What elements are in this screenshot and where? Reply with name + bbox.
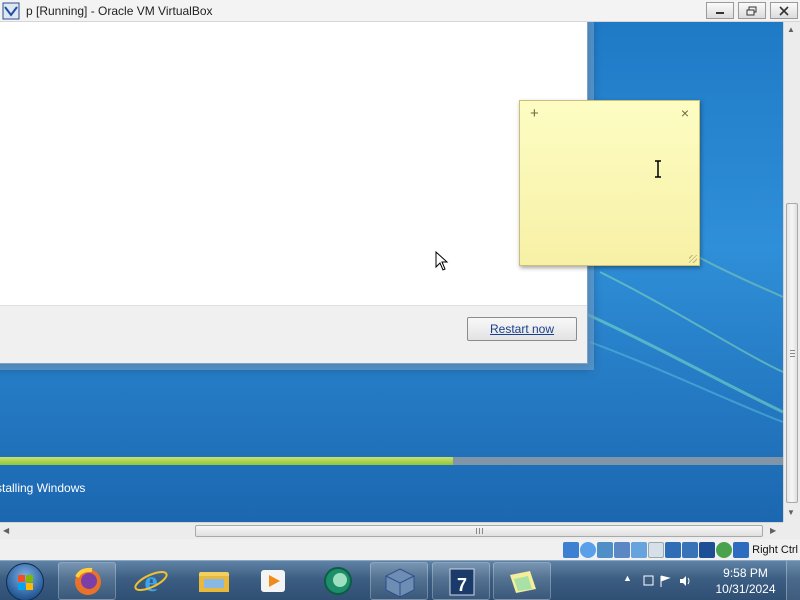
restore-button[interactable] [738, 2, 766, 19]
taskbar-firefox[interactable] [58, 562, 116, 600]
window-title: p [Running] - Oracle VM VirtualBox [26, 3, 213, 18]
scroll-left-icon[interactable]: ◀ [3, 526, 9, 535]
sticky-note[interactable]: + × [519, 100, 700, 266]
setup-content-area [0, 22, 587, 305]
taskbar-windows7-setup[interactable]: 7 [432, 562, 490, 600]
firefox-icon [75, 567, 101, 595]
windows-explorer-icon [199, 572, 229, 592]
add-note-icon[interactable]: + [530, 105, 539, 122]
close-button[interactable] [770, 2, 798, 19]
restart-now-button[interactable]: Restart now [467, 317, 577, 341]
browser-green-icon [324, 567, 352, 595]
sticky-note-text[interactable] [530, 127, 689, 253]
windows-setup-dialog: Restart now [0, 22, 588, 364]
shared-folders-icon[interactable] [648, 541, 665, 558]
show-desktop-button[interactable] [786, 561, 800, 600]
taskbar: e 7 ▲ 9:58 PM 10/31/2024 [0, 560, 800, 600]
scroll-grip-icon [790, 349, 795, 357]
audio-icon[interactable] [597, 541, 614, 558]
start-button[interactable] [6, 563, 44, 600]
sticky-notes-icon [510, 571, 536, 593]
scroll-up-icon[interactable]: ▲ [787, 25, 795, 34]
horizontal-scroll-thumb[interactable] [195, 525, 763, 537]
system-tray: ▲ 9:58 PM 10/31/2024 [615, 561, 800, 600]
vertical-scrollbar[interactable]: ▲ ▼ [783, 22, 800, 522]
scroll-right-icon[interactable]: ▶ [770, 526, 776, 535]
mouse-pointer-icon [435, 251, 449, 271]
scrollbar-corner [783, 522, 800, 539]
internet-explorer-icon: e [134, 565, 168, 598]
vertical-scroll-thumb[interactable] [786, 203, 798, 503]
guest-display[interactable]: Restart now + × stalling Windows [0, 22, 783, 522]
text-cursor-icon [655, 160, 661, 178]
show-hidden-icons-icon[interactable]: ▲ [623, 573, 632, 583]
virtualbox-app-icon [2, 2, 20, 19]
host-key-label: Right Ctrl [752, 543, 798, 556]
action-center-icon[interactable] [642, 574, 656, 588]
windows-logo-icon [18, 575, 33, 590]
minimize-button[interactable] [706, 2, 734, 19]
volume-icon[interactable] [678, 574, 692, 588]
flag-icon[interactable] [658, 574, 672, 588]
installing-windows-label: stalling Windows [0, 481, 86, 495]
display-icon[interactable] [665, 541, 682, 558]
video-capture-icon[interactable] [682, 541, 699, 558]
close-note-icon[interactable]: × [681, 105, 689, 121]
hard-disk-icon[interactable] [563, 541, 580, 558]
svg-text:e: e [144, 565, 157, 598]
taskbar-media-player[interactable] [245, 562, 303, 600]
taskbar-green-app[interactable] [309, 562, 367, 600]
taskbar-sticky-notes[interactable] [493, 562, 551, 600]
virtualbox-status-bar: Right Ctrl [0, 539, 800, 560]
svg-text:7: 7 [457, 575, 467, 595]
clock-date: 10/31/2024 [715, 582, 776, 596]
taskbar-internet-explorer[interactable]: e [122, 562, 180, 600]
horizontal-scrollbar[interactable]: ◀ ▶ [0, 522, 783, 539]
media-player-icon [261, 570, 285, 592]
scroll-grip-icon [476, 528, 484, 534]
windows7-installer-icon: 7 [449, 568, 475, 596]
window-title-bar[interactable]: p [Running] - Oracle VM VirtualBox [0, 0, 800, 22]
minimize-icon [716, 11, 724, 14]
close-icon [779, 5, 789, 16]
installation-progress-bar [0, 457, 783, 465]
taskbar-windows-explorer[interactable] [185, 562, 243, 600]
restore-icon [746, 6, 757, 15]
usb-icon[interactable] [631, 541, 648, 558]
virtualbox-icon [385, 568, 415, 598]
progress-fill [0, 457, 453, 465]
optical-drive-icon[interactable] [580, 541, 597, 558]
network-icon[interactable] [614, 541, 631, 558]
clock-time: 9:58 PM [723, 566, 768, 580]
window-controls [706, 2, 798, 19]
keyboard-icon[interactable] [733, 541, 750, 558]
scroll-down-icon[interactable]: ▼ [787, 508, 795, 517]
mouse-integration-icon[interactable] [716, 541, 733, 558]
taskbar-clock[interactable]: 9:58 PM 10/31/2024 [708, 565, 783, 597]
resize-grip-icon[interactable] [689, 255, 697, 263]
taskbar-virtualbox[interactable] [370, 562, 428, 600]
virtualization-icon[interactable] [699, 541, 716, 558]
setup-footer: Restart now [0, 305, 587, 363]
